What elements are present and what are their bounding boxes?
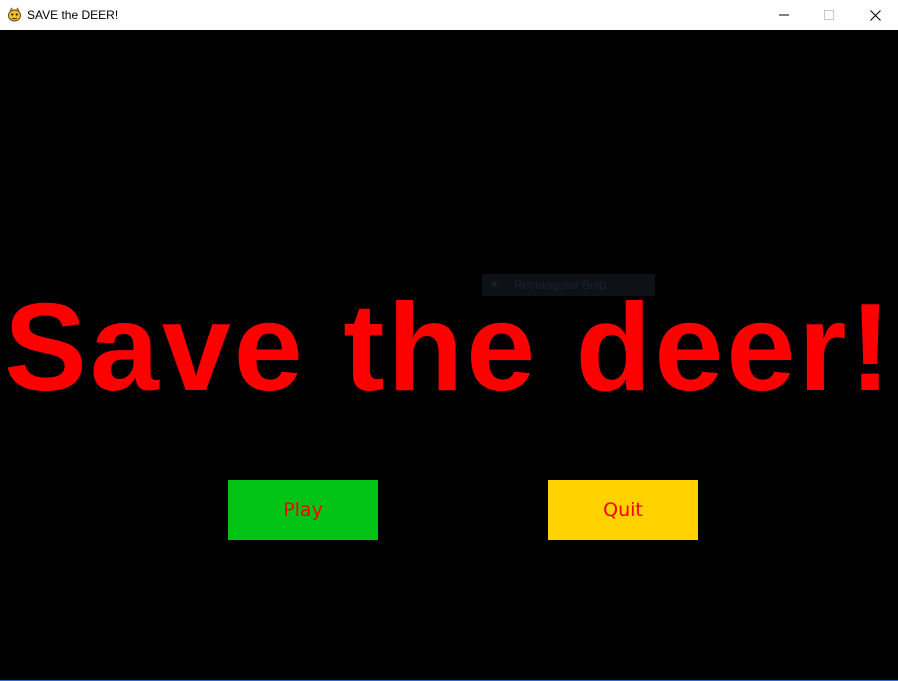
close-button[interactable] bbox=[852, 0, 898, 30]
maximize-button[interactable] bbox=[806, 0, 852, 30]
minimize-button[interactable] bbox=[761, 0, 807, 30]
game-canvas[interactable]: Rectangular Snip Save the deer! Play Qui… bbox=[0, 30, 898, 680]
window-title: SAVE the DEER! bbox=[27, 8, 119, 22]
quit-button-label: Quit bbox=[603, 499, 643, 521]
play-button-label: Play bbox=[283, 499, 323, 521]
maximize-icon bbox=[824, 10, 834, 20]
minimize-icon bbox=[779, 10, 789, 20]
close-icon bbox=[869, 9, 881, 21]
play-button[interactable]: Play bbox=[228, 480, 378, 540]
game-headline: Save the deer! bbox=[4, 279, 894, 417]
title-bar[interactable]: SAVE the DEER! bbox=[0, 0, 898, 30]
game-window: SAVE the DEER! Rectangular Snip Save the… bbox=[0, 0, 898, 681]
quit-button[interactable]: Quit bbox=[548, 480, 698, 540]
pygame-snake-icon bbox=[7, 7, 22, 22]
